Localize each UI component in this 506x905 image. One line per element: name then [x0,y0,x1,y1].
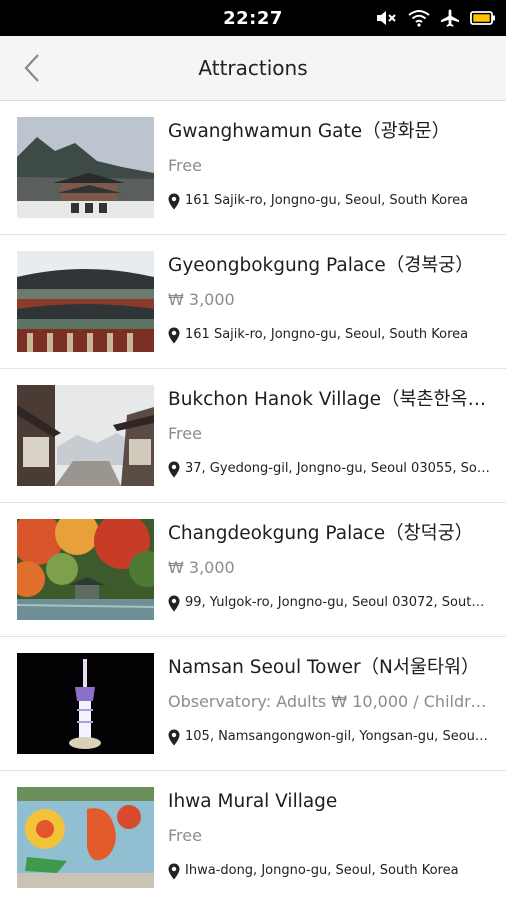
attraction-address: 37, Gyedong-gil, Jongno-gu, Seoul 03055,… [185,461,490,476]
location-pin-icon [168,863,180,879]
airplane-mode-icon [441,9,459,27]
attraction-price: Free [168,826,202,845]
tower-night-photo [17,653,154,754]
attraction-address: 105, Namsangongwon-gil, Yongsan-gu, Seou… [185,729,490,744]
address-row: 99, Yulgok-ro, Jongno-gu, Seoul 03072, S… [168,594,490,612]
attraction-name: Gwanghwamun Gate（광화문） [168,121,451,142]
mural-photo [17,787,154,888]
location-pin-icon [168,461,180,477]
attraction-price: Free [168,424,202,443]
address-row: 37, Gyedong-gil, Jongno-gu, Seoul 03055,… [168,460,490,478]
address-row: 161 Sajik-ro, Jongno-gu, Seoul, South Ko… [168,192,490,210]
back-button[interactable] [12,48,52,88]
status-time: 22:27 [223,7,283,29]
gate-photo [17,117,154,218]
attraction-address: 161 Sajik-ro, Jongno-gu, Seoul, South Ko… [185,193,469,208]
attraction-info: Gwanghwamun Gate（광화문） Free 161 Sajik-ro,… [168,101,506,210]
app-bar: Attractions [0,36,506,101]
attraction-name: Ihwa Mural Village [168,791,338,812]
attraction-info: Namsan Seoul Tower（N서울타워） Observatory: A… [168,637,506,746]
location-pin-icon [168,595,180,611]
list-item[interactable]: Gyeongbokgung Palace（경복궁） ₩ 3,000 161 Sa… [0,235,506,369]
attraction-info: Ihwa Mural Village Free Ihwa-dong, Jongn… [168,771,506,880]
location-pin-icon [168,193,180,209]
location-pin-icon [168,729,180,745]
village-photo [17,385,154,486]
autumn-garden-photo [17,519,154,620]
attractions-list: Gwanghwamun Gate（광화문） Free 161 Sajik-ro,… [0,101,506,905]
attraction-name: Namsan Seoul Tower（N서울타워） [168,657,480,678]
list-item[interactable]: Namsan Seoul Tower（N서울타워） Observatory: A… [0,637,506,771]
status-icons [376,0,496,36]
attraction-price: Free [168,156,202,175]
attraction-info: Bukchon Hanok Village（북촌한옥마을） Free 37, G… [168,369,506,478]
attraction-price: ₩ 3,000 [168,290,235,309]
list-item[interactable]: Ihwa Mural Village Free Ihwa-dong, Jongn… [0,771,506,905]
page-title: Attractions [198,56,308,80]
list-item[interactable]: Changdeokgung Palace（창덕궁） ₩ 3,000 99, Yu… [0,503,506,637]
attraction-price: ₩ 3,000 [168,558,235,577]
mute-icon [377,11,396,25]
address-row: 161 Sajik-ro, Jongno-gu, Seoul, South Ko… [168,326,490,344]
list-item[interactable]: Bukchon Hanok Village（북촌한옥마을） Free 37, G… [0,369,506,503]
address-row: 105, Namsangongwon-gil, Yongsan-gu, Seou… [168,728,490,746]
battery-icon [470,11,495,25]
attraction-address: Ihwa-dong, Jongno-gu, Seoul, South Korea [185,863,459,878]
status-bar: 22:27 [0,0,506,36]
chevron-left-icon [24,54,39,82]
attraction-address: 99, Yulgok-ro, Jongno-gu, Seoul 03072, S… [185,595,490,610]
attraction-info: Gyeongbokgung Palace（경복궁） ₩ 3,000 161 Sa… [168,235,506,344]
location-pin-icon [168,327,180,343]
attraction-price: Observatory: Adults ₩ 10,000 / Children [168,692,490,711]
attraction-name: Gyeongbokgung Palace（경복궁） [168,255,474,276]
list-item[interactable]: Gwanghwamun Gate（광화문） Free 161 Sajik-ro,… [0,101,506,235]
attraction-name: Changdeokgung Palace（창덕궁） [168,523,474,544]
attraction-info: Changdeokgung Palace（창덕궁） ₩ 3,000 99, Yu… [168,503,506,612]
wifi-icon [408,10,430,27]
address-row: Ihwa-dong, Jongno-gu, Seoul, South Korea [168,862,490,880]
palace-photo [17,251,154,352]
attraction-address: 161 Sajik-ro, Jongno-gu, Seoul, South Ko… [185,327,469,342]
attraction-name: Bukchon Hanok Village（북촌한옥마을） [168,389,490,410]
